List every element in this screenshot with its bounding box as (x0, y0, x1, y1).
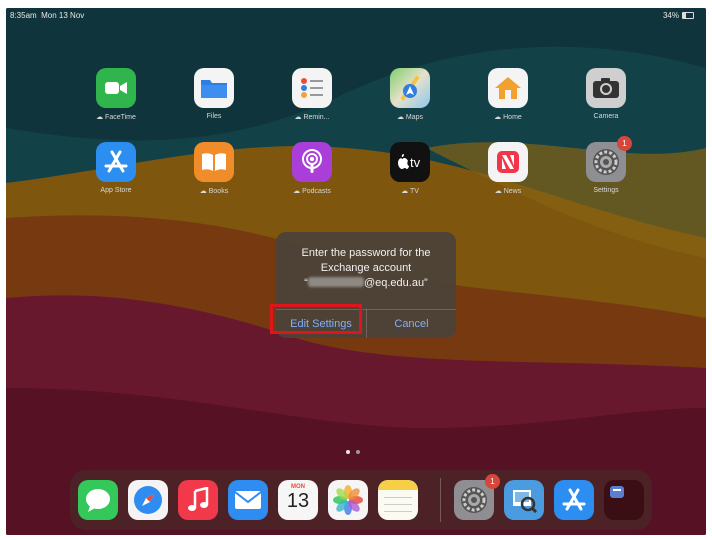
page-indicator[interactable] (346, 450, 360, 454)
cloud-download-icon: ☁ (401, 188, 409, 195)
cloud-download-icon: ☁ (293, 188, 301, 195)
app-facetime[interactable]: ☁ FaceTime (76, 68, 156, 121)
notification-badge: 1 (617, 136, 632, 151)
battery-percent: 34% (662, 11, 679, 20)
dock-divider (440, 478, 441, 522)
maps-icon (390, 68, 430, 108)
redacted-email-username (307, 277, 364, 287)
app-label: Remin... (303, 114, 330, 121)
battery-fill (683, 13, 687, 18)
app-maps[interactable]: ☁ Maps (370, 68, 450, 121)
dock-app-notes[interactable] (376, 480, 420, 520)
alert-line-2: Exchange account (320, 262, 412, 274)
reminders-icon (292, 68, 332, 108)
alert-message: Enter the password for the Exchange acco… (276, 246, 456, 291)
app-settings[interactable]: 1 Settings (566, 136, 646, 194)
app-label: News (503, 188, 522, 195)
dock-app-settings[interactable]: 1 (452, 474, 500, 520)
notes-icon (378, 480, 418, 520)
app-app-store[interactable]: App Store (76, 142, 156, 194)
cloud-download-icon: ☁ (199, 188, 207, 195)
cloud-download-icon: ☁ (494, 188, 502, 195)
app-label: Maps (405, 114, 424, 121)
dock-app-calendar[interactable]: MON 13 (276, 480, 320, 520)
cloud-download-icon: ☁ (396, 114, 404, 121)
app-store-icon (554, 480, 594, 520)
cloud-download-icon: ☁ (96, 114, 104, 121)
cancel-button[interactable]: Cancel (367, 309, 456, 338)
facetime-icon (96, 68, 136, 108)
app-label: App Store (100, 187, 132, 194)
dock-app-mail[interactable] (226, 480, 270, 520)
dock-app-music[interactable] (176, 480, 220, 520)
books-icon (194, 142, 234, 182)
dock-app-recent[interactable] (602, 480, 646, 520)
app-camera[interactable]: Camera (566, 68, 646, 120)
podcasts-icon (292, 142, 332, 182)
page-dot (356, 450, 360, 454)
dock-app-app-store[interactable] (552, 480, 596, 520)
app-podcasts[interactable]: ☁ Podcasts (272, 142, 352, 195)
home-icon (488, 68, 528, 108)
app-label: Books (208, 188, 229, 195)
app-label: Settings (593, 187, 619, 194)
settings-icon: 1 (586, 136, 632, 182)
top-margin (0, 0, 712, 8)
battery-icon (682, 12, 694, 19)
app-label: TV (409, 188, 419, 195)
dock-app-preview[interactable] (502, 480, 546, 520)
highlight-box (270, 304, 362, 334)
page-dot-active (346, 450, 350, 454)
safari-icon (128, 480, 168, 520)
music-icon (178, 480, 218, 520)
cloud-download-icon: ☁ (494, 114, 502, 121)
app-books[interactable]: ☁ Books (174, 142, 254, 195)
app-tv[interactable]: tv ☁ TV (370, 142, 450, 195)
recent-app-icon (604, 480, 644, 520)
app-label: Home (503, 114, 522, 121)
app-reminders[interactable]: ☁ Remin... (272, 68, 352, 121)
app-label: Podcasts (302, 188, 331, 195)
app-news[interactable]: ☁ News (468, 142, 548, 195)
preview-icon (504, 480, 544, 520)
photos-icon (328, 480, 368, 520)
app-files[interactable]: Files (174, 68, 254, 120)
tv-icon: tv (390, 142, 430, 182)
svg-text:tv: tv (410, 155, 421, 170)
calendar-icon: MON 13 (278, 480, 318, 520)
calendar-day: 13 (286, 490, 310, 512)
dock-app-messages[interactable] (76, 480, 120, 520)
settings-icon: 1 (454, 474, 500, 520)
ipad-screen: 8:35am Mon 13 Nov 34% ☁ FaceTime Files ☁… (6, 8, 706, 535)
news-icon (488, 142, 528, 182)
messages-icon (78, 480, 118, 520)
dock-app-safari[interactable] (126, 480, 170, 520)
status-date: Mon 13 Nov (41, 11, 85, 20)
app-home[interactable]: ☁ Home (468, 68, 548, 121)
app-store-icon (96, 142, 136, 182)
alert-line-1: Enter the password for the (301, 247, 431, 259)
notification-badge: 1 (485, 474, 500, 489)
app-label: Camera (593, 113, 619, 120)
mail-icon (228, 480, 268, 520)
email-domain: @eq.edu.au” (363, 277, 428, 289)
app-label: FaceTime (105, 114, 136, 121)
dock-app-photos[interactable] (326, 480, 370, 520)
cloud-download-icon: ☁ (294, 114, 302, 121)
status-time: 8:35am (10, 11, 37, 20)
app-label: Files (206, 113, 222, 120)
status-bar: 8:35am Mon 13 Nov 34% (6, 8, 706, 24)
camera-icon (586, 68, 626, 108)
files-icon (194, 68, 234, 108)
